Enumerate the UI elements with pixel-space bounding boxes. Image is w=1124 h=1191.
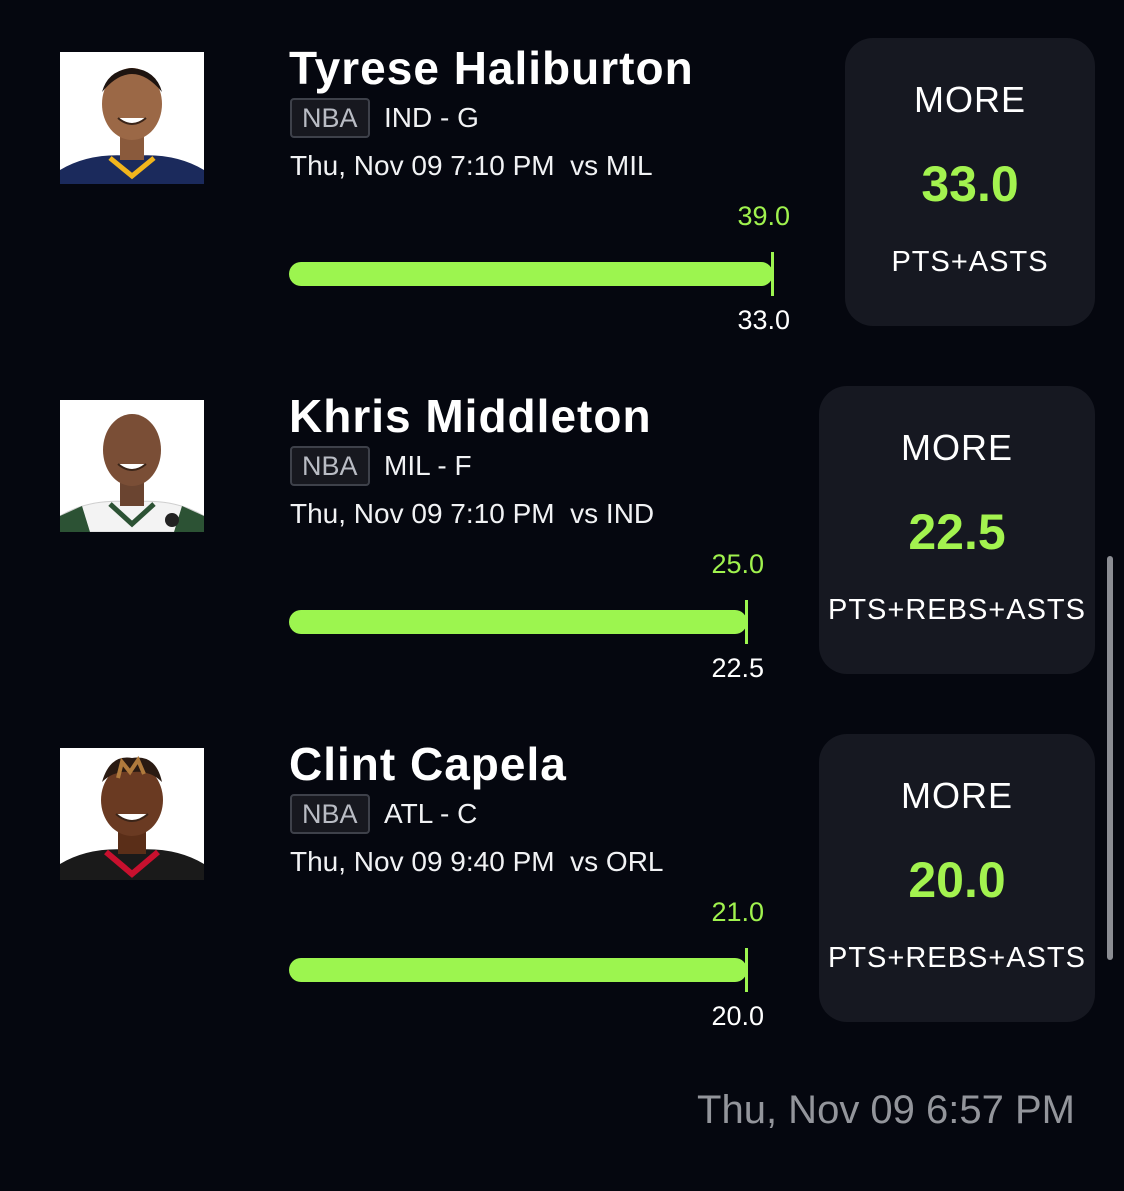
pick-line-value: 33.0 <box>921 156 1019 212</box>
projection-line-value: 22.5 <box>711 653 764 683</box>
progress-bar <box>289 262 773 286</box>
projection-line-value: 33.0 <box>737 305 790 335</box>
progress-bar <box>289 958 747 982</box>
progress-bar <box>289 610 747 634</box>
pick-direction: MORE <box>901 775 1013 816</box>
more-pick-card[interactable]: MORE 22.5 PTS+REBS+ASTS <box>819 386 1095 674</box>
actual-stat-value: 25.0 <box>711 549 764 579</box>
team-position: MIL - F <box>384 450 472 481</box>
pick-stat-type: PTS+REBS+ASTS <box>828 942 1086 974</box>
league-badge: NBA <box>290 446 370 486</box>
projection-line-value: 20.0 <box>711 1001 764 1031</box>
actual-stat-value: 21.0 <box>711 897 764 927</box>
team-position: IND - G <box>384 102 479 133</box>
more-pick-card[interactable]: MORE 20.0 PTS+REBS+ASTS <box>819 734 1095 1022</box>
pick-row-capela[interactable]: Clint Capela NBA ATL - C Thu, Nov 09 9:4… <box>0 734 1124 1036</box>
pick-row-haliburton[interactable]: Tyrese Haliburton NBA IND - G Thu, Nov 0… <box>0 38 1124 340</box>
scrollbar[interactable] <box>1107 556 1113 960</box>
more-pick-card[interactable]: MORE 33.0 PTS+ASTS <box>845 38 1095 326</box>
line-marker <box>745 600 748 644</box>
line-marker <box>771 252 774 296</box>
player-avatar <box>60 400 204 532</box>
game-info: Thu, Nov 09 7:10 PM vs MIL <box>290 150 653 181</box>
pick-stat-type: PTS+REBS+ASTS <box>828 594 1086 626</box>
pick-direction: MORE <box>901 427 1013 468</box>
player-name: Khris Middleton <box>289 390 652 442</box>
player-name: Clint Capela <box>289 738 567 790</box>
league-badge: NBA <box>290 98 370 138</box>
player-avatar <box>60 748 204 880</box>
player-avatar <box>60 52 204 184</box>
game-info: Thu, Nov 09 7:10 PM vs IND <box>290 498 655 529</box>
league-badge: NBA <box>290 794 370 834</box>
team-position: ATL - C <box>384 798 478 829</box>
pick-line-value: 20.0 <box>908 852 1006 908</box>
actual-stat-value: 39.0 <box>737 201 790 231</box>
line-marker <box>745 948 748 992</box>
game-info: Thu, Nov 09 9:40 PM vs ORL <box>290 846 664 877</box>
pick-line-value: 22.5 <box>908 504 1006 560</box>
pick-row-middleton[interactable]: Khris Middleton NBA MIL - F Thu, Nov 09 … <box>0 386 1124 688</box>
pick-direction: MORE <box>914 79 1026 120</box>
player-name: Tyrese Haliburton <box>289 42 694 94</box>
pick-stat-type: PTS+ASTS <box>891 246 1049 278</box>
current-time: Thu, Nov 09 6:57 PM <box>697 1088 1075 1132</box>
